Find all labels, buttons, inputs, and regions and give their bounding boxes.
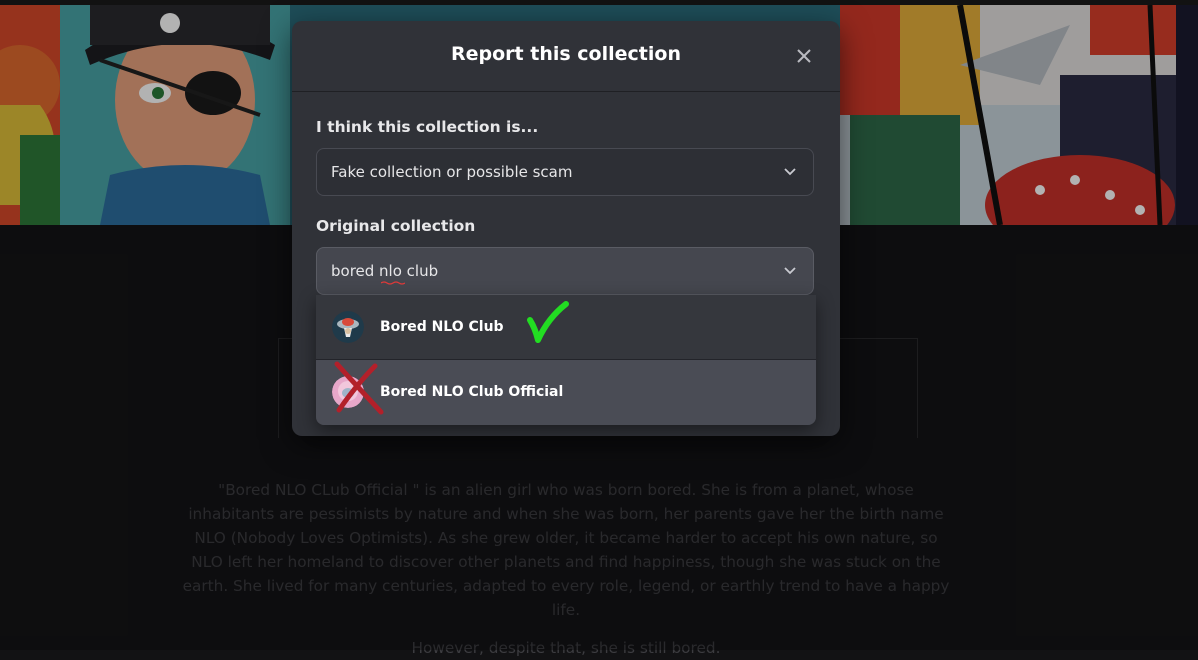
reason-select-value: Fake collection or possible scam [331, 163, 573, 181]
original-collection-input-value: bored nlo club [331, 262, 439, 280]
modal-header: Report this collection [292, 21, 840, 92]
check-mark-icon [527, 301, 569, 343]
reason-select[interactable]: Fake collection or possible scam [316, 148, 814, 196]
dropdown-option-bored-nlo-club-official[interactable]: Bored NLO Club Official [316, 360, 816, 425]
close-icon [797, 49, 811, 63]
modal-title: Report this collection [451, 43, 681, 65]
chevron-down-icon [784, 267, 796, 275]
chevron-down-icon [784, 168, 796, 176]
original-collection-label: Original collection [316, 217, 476, 235]
cross-mark-icon [334, 361, 384, 415]
reason-label: I think this collection is... [316, 118, 539, 136]
close-button[interactable] [794, 46, 814, 66]
dropdown-option-name: Bored NLO Club [380, 319, 504, 335]
spellcheck-underline [381, 281, 405, 285]
dropdown-option-name: Bored NLO Club Official [380, 384, 564, 400]
original-collection-input[interactable]: bored nlo club [316, 247, 814, 295]
collection-avatar [332, 311, 364, 343]
